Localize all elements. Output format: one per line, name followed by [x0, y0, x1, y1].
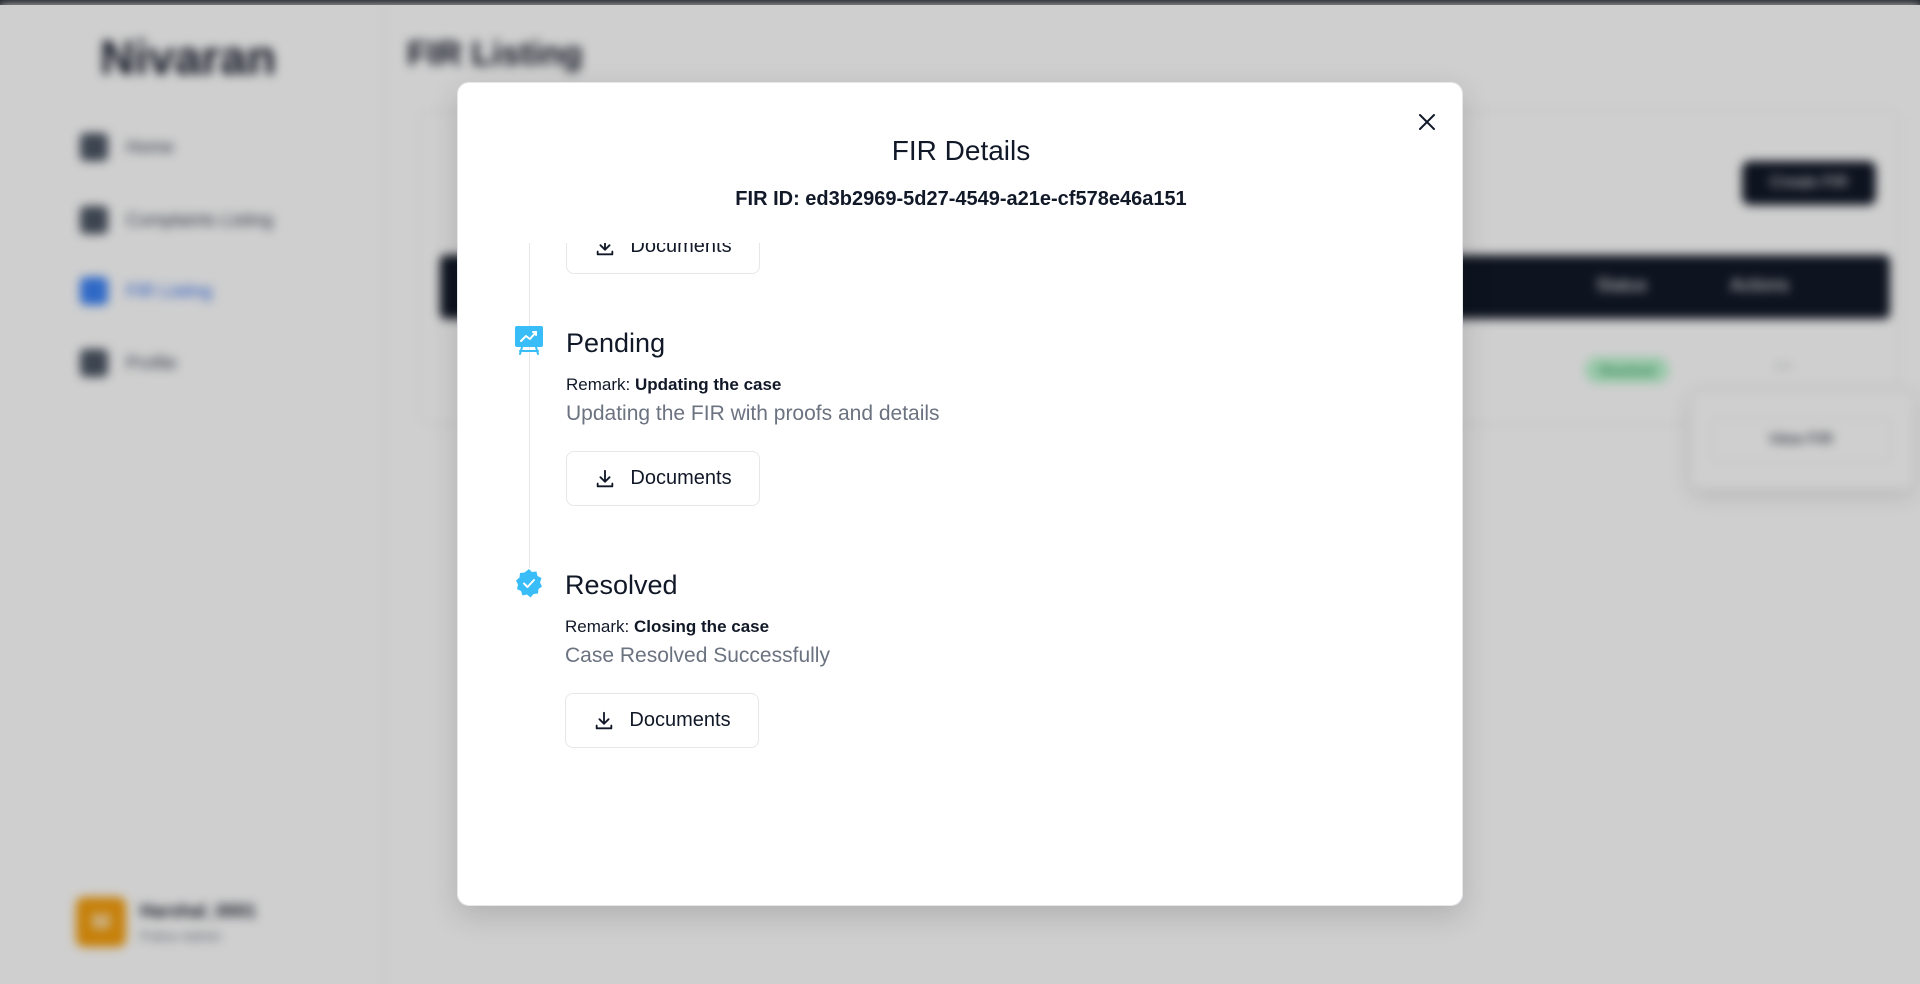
presentation-chart-icon [515, 326, 543, 355]
remark-label: Remark: [565, 617, 630, 636]
documents-button[interactable]: Documents [566, 243, 760, 274]
remark-value: Updating the case [634, 375, 782, 394]
documents-label: Documents [629, 709, 731, 731]
download-icon [596, 711, 613, 729]
download-icon [597, 243, 614, 255]
step-title: Pending [566, 328, 666, 358]
documents-button[interactable]: Documents [565, 693, 759, 748]
remark-value: Closing the case [633, 617, 770, 636]
remark-label: Remark: [566, 375, 631, 394]
step-remark: Remark: Closing the case [565, 617, 769, 637]
timeline[interactable]: Documents Pending Remark: Updating the c… [458, 243, 1462, 905]
step-description: Case Resolved Successfully [565, 644, 830, 667]
close-icon [1419, 114, 1435, 130]
check-badge-icon [516, 569, 542, 598]
fir-details-modal: FIR Details FIR ID: ed3b2969-5d27-4549-a… [457, 82, 1463, 906]
download-icon [597, 469, 614, 487]
timeline-line [529, 243, 530, 568]
close-button[interactable] [1412, 107, 1442, 137]
step-description: Updating the FIR with proofs and details [566, 402, 940, 425]
modal-title: FIR Details [891, 135, 1031, 166]
step-remark: Remark: Updating the case [566, 375, 781, 395]
step-title: Resolved [565, 570, 678, 600]
fir-id: FIR ID: ed3b2969-5d27-4549-a21e-cf578e46… [735, 188, 1187, 210]
documents-button[interactable]: Documents [566, 451, 760, 506]
documents-label: Documents [630, 467, 732, 489]
documents-label: Documents [630, 243, 732, 257]
